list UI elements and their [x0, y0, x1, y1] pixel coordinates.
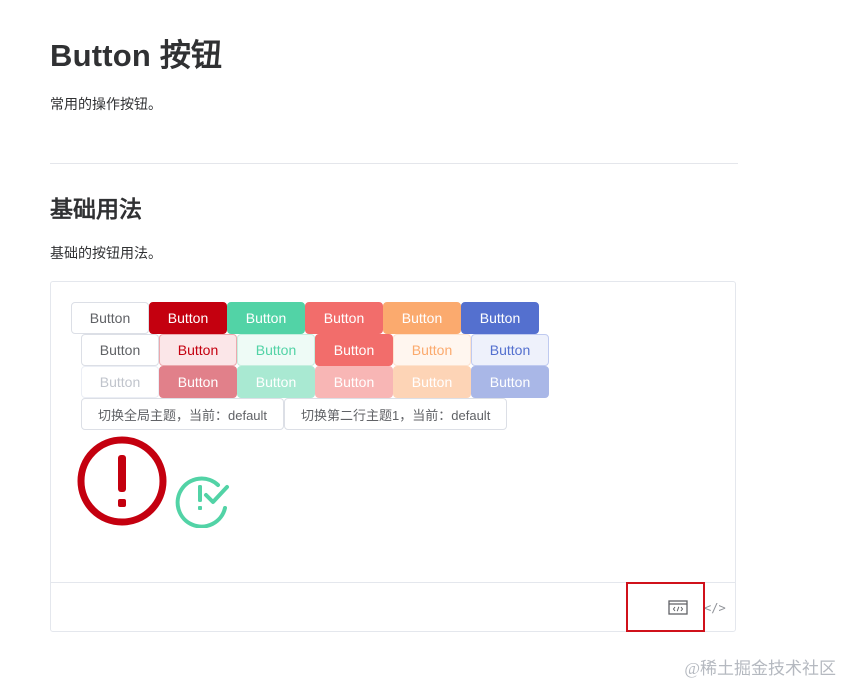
button-row-2-item-3[interactable]: Button: [237, 334, 315, 366]
page-subtitle: 常用的操作按钮。: [50, 96, 162, 112]
button-row-2: Button Button Button Button Button Button: [81, 334, 549, 366]
button-row-2-item-2[interactable]: Button: [159, 334, 237, 366]
button-row-1: Button Button Button Button Button Button: [71, 302, 539, 334]
exclamation-check-icon: [175, 476, 229, 528]
code-preview-icon[interactable]: [668, 599, 688, 617]
exclamation-circle-icon: [77, 436, 167, 526]
switch-row-theme-button[interactable]: 切换第二行主题1，当前：default: [284, 398, 508, 430]
button-row-3-item-6[interactable]: Button: [471, 366, 549, 398]
button-row-3-item-4[interactable]: Button: [315, 366, 393, 398]
divider: [50, 163, 738, 164]
button-row-2-item-4[interactable]: Button: [315, 334, 393, 366]
page: Button 按钮 常用的操作按钮。 基础用法 基础的按钮用法。 Button B…: [0, 0, 842, 681]
button-row-1-item-4[interactable]: Button: [305, 302, 383, 334]
button-row-1-item-2[interactable]: Button: [149, 302, 227, 334]
button-row-3-item-3[interactable]: Button: [237, 366, 315, 398]
button-row-3-item-1[interactable]: Button: [81, 366, 159, 398]
button-row-3-item-5[interactable]: Button: [393, 366, 471, 398]
button-row-2-item-5[interactable]: Button: [393, 334, 471, 366]
demo-footer: </>: [51, 582, 735, 633]
button-row-1-item-1[interactable]: Button: [71, 302, 149, 334]
theme-button-row: 切换全局主题，当前：default 切换第二行主题1，当前：default: [81, 398, 508, 430]
watermark: @稀土掘金技术社区: [684, 659, 836, 678]
button-row-2-item-6[interactable]: Button: [471, 334, 549, 366]
button-row-3-item-2[interactable]: Button: [159, 366, 237, 398]
button-row-3: Button Button Button Button Button Button: [81, 366, 549, 398]
button-row-1-item-5[interactable]: Button: [383, 302, 461, 334]
switch-global-theme-button[interactable]: 切换全局主题，当前：default: [81, 398, 285, 430]
demo-block: Button Button Button Button Button Button But…: [50, 281, 736, 632]
section-description: 基础的按钮用法。: [50, 245, 162, 261]
expand-code-icon[interactable]: </>: [704, 599, 726, 617]
page-title: Button 按钮: [50, 38, 223, 73]
button-row-2-item-1[interactable]: Button: [81, 334, 159, 366]
section-title: 基础用法: [50, 196, 142, 222]
button-row-1-item-6[interactable]: Button: [461, 302, 539, 334]
button-row-1-item-3[interactable]: Button: [227, 302, 305, 334]
